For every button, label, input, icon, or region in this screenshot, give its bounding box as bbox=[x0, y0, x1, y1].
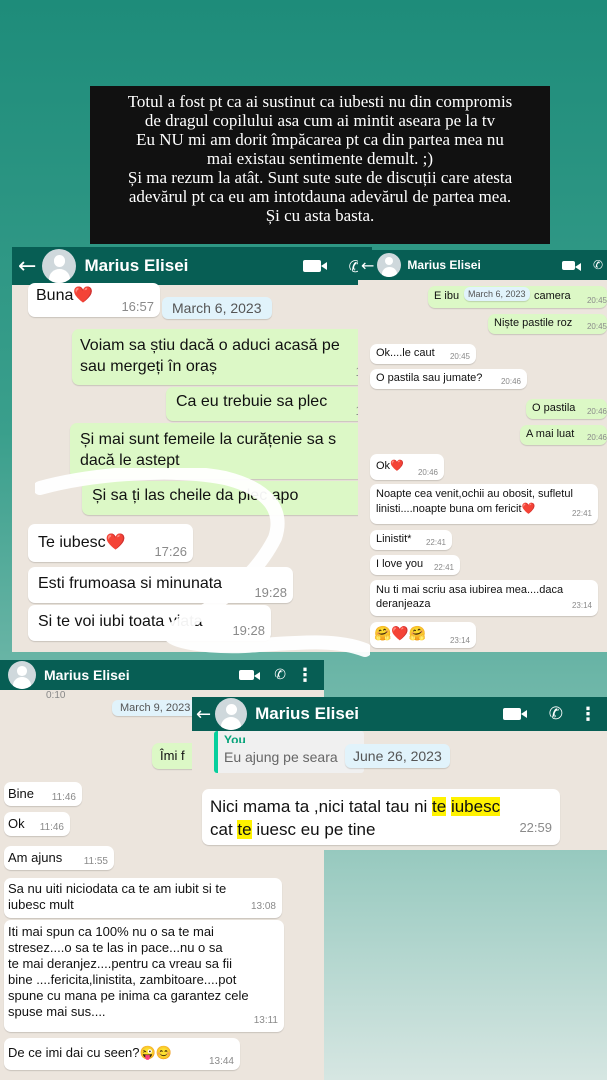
more-options-icon[interactable]: ⋮ bbox=[296, 665, 314, 686]
message-bubble: Iti mai spun ca 100% nu o sa te mai stre… bbox=[4, 920, 284, 1032]
contact-name[interactable]: Marius Elisei bbox=[44, 667, 130, 683]
caption-line: adevărul pt ca eu am intotdauna adevărul… bbox=[128, 187, 512, 206]
message-bubble: Niște pastile roz 20:45 bbox=[488, 314, 607, 334]
message-bubble: I love you 22:41 bbox=[370, 555, 460, 575]
back-arrow-icon[interactable]: ← bbox=[361, 256, 374, 275]
more-options-icon[interactable]: ⋮ bbox=[579, 704, 597, 725]
message-bubble: Și sa ți las cheile da plec apo6 bbox=[82, 481, 372, 515]
quote-author: You bbox=[224, 733, 246, 743]
avatar[interactable] bbox=[8, 661, 36, 689]
message-bubble: Ok 11:46 bbox=[4, 812, 70, 836]
message-bubble: Nu ti mai scriu asa iubirea mea....daca d… bbox=[370, 580, 598, 616]
chat-screenshot-4: ← Marius Elisei ✆ ⋮ You Eu ajung pe sear… bbox=[192, 697, 607, 850]
video-call-icon[interactable] bbox=[561, 260, 575, 270]
message-bubble: Ca eu trebuie sa plec16 bbox=[166, 387, 372, 421]
caption-line: Și cu asta basta. bbox=[265, 206, 375, 225]
caption-line: mai existau sentimente demult. ;) bbox=[206, 149, 434, 168]
avatar[interactable] bbox=[377, 253, 402, 277]
message-bubble: Ok....le caut 20:45 bbox=[370, 344, 476, 364]
back-arrow-icon[interactable]: ← bbox=[18, 254, 36, 279]
quote-text: Eu ajung pe seara bbox=[224, 749, 338, 765]
date-chip: March 6, 2023 bbox=[162, 297, 272, 319]
story-caption: Totul a fost pt ca ai sustinut ca iubest… bbox=[90, 86, 550, 244]
message-bubble: O pastila 20:46 bbox=[526, 399, 607, 419]
message-bubble: Si te voi iubi toata viata 19:28 bbox=[28, 605, 271, 641]
chat-screenshot-2: ← Marius Elisei ✆ E ibu camera 20:45 March… bbox=[358, 250, 607, 652]
phone-call-icon[interactable]: ✆ bbox=[593, 258, 603, 272]
date-chip: March 9, 2023 bbox=[112, 700, 199, 716]
message-bubble: A mai luat 20:46 bbox=[520, 425, 607, 445]
video-call-icon[interactable] bbox=[239, 670, 255, 680]
message-bubble: Buna❤️ 16:57 bbox=[28, 283, 160, 317]
chat-header: Marius Elisei ✆ ⋮ bbox=[0, 660, 324, 690]
message-bubble: De ce imi dai cu seen?😜😊 13:44 bbox=[4, 1038, 240, 1070]
chat-header: ← Marius Elisei ✆ ⋮ bbox=[192, 697, 607, 731]
phone-call-icon[interactable]: ✆ bbox=[274, 667, 286, 683]
chat-header: ← Marius Elisei ✆ bbox=[358, 250, 607, 280]
video-call-icon[interactable] bbox=[302, 260, 321, 272]
caption-line: Și ma rezum la atât. Sunt sute sute de d… bbox=[127, 168, 513, 187]
message-bubble: Ok❤️ 20:46 bbox=[370, 454, 444, 480]
chat-screenshot-1: ← Marius Elisei ✆ Buna❤️ 16:57 March 6, 2… bbox=[12, 247, 372, 652]
message-bubble: Sa nu uiti niciodata ca te am iubit si t… bbox=[4, 878, 282, 918]
contact-name[interactable]: Marius Elisei bbox=[407, 258, 480, 272]
message-bubble: O pastila sau jumate? 20:46 bbox=[370, 369, 527, 389]
quoted-message: You Eu ajung pe seara bbox=[214, 731, 364, 773]
phone-call-icon[interactable]: ✆ bbox=[549, 704, 563, 724]
message-bubble: Te iubesc❤️ 17:26 bbox=[28, 524, 193, 562]
chat-header: ← Marius Elisei ✆ bbox=[12, 247, 372, 285]
message-bubble: Și mai sunt femeile la curățenie sa s dac… bbox=[70, 423, 372, 479]
timestamp-fragment: 0:10 bbox=[46, 690, 66, 701]
message-bubble: Am ajuns 11:55 bbox=[4, 846, 114, 870]
message-bubble: Bine 11:46 bbox=[4, 782, 82, 806]
message-bubble: Nici mama ta ,nici tatal tau ni te iubes… bbox=[202, 789, 560, 845]
message-bubble: Esti frumoasa si minunata 19:28 bbox=[28, 567, 293, 603]
avatar[interactable] bbox=[42, 249, 77, 283]
contact-name[interactable]: Marius Elisei bbox=[84, 256, 188, 276]
message-bubble: Voiam sa știu dacă o aduci acasă pe sau m… bbox=[72, 329, 372, 385]
contact-name[interactable]: Marius Elisei bbox=[255, 704, 359, 724]
caption-line: de dragul copilului asa cum ai mintit as… bbox=[144, 111, 496, 130]
back-arrow-icon[interactable]: ← bbox=[196, 704, 211, 725]
message-bubble: Linistit* 22:41 bbox=[370, 530, 452, 550]
caption-line: Totul a fost pt ca ai sustinut ca iubest… bbox=[127, 92, 513, 111]
video-call-icon[interactable] bbox=[502, 708, 521, 720]
message-bubble: Noapte cea venit,ochii au obosit, suflet… bbox=[370, 484, 598, 524]
avatar[interactable] bbox=[215, 698, 248, 730]
message-bubble: 🤗❤️🤗 23:14 bbox=[370, 622, 476, 648]
caption-line: Eu NU mi am dorit împăcarea pt ca din pa… bbox=[136, 130, 504, 149]
date-chip: June 26, 2023 bbox=[345, 744, 450, 768]
date-chip: March 6, 2023 bbox=[464, 287, 530, 301]
